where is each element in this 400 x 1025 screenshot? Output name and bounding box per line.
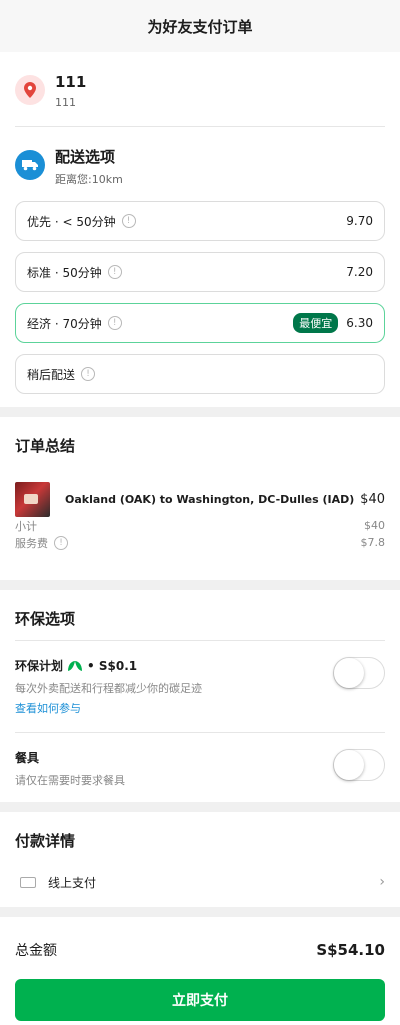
payment-method: 线上支付 — [48, 875, 97, 890]
subtotal-label: 小计 — [15, 519, 37, 533]
eco-plan-desc: 每次外卖配送和行程都减少你的碳足迹 — [15, 682, 202, 695]
delivery-option-later[interactable]: 稍后配送! — [15, 354, 385, 394]
payment-method-row[interactable]: 线上支付 › — [15, 867, 385, 897]
option-label: 稍后配送 — [27, 367, 76, 382]
cheapest-badge: 最便宜 — [293, 313, 339, 333]
leaf-icon — [68, 660, 83, 671]
total-section: 总金额 S$54.10 立即支付 — [0, 917, 400, 1025]
delivery-option-standard[interactable]: 标准 · 50分钟! 7.20 — [15, 252, 385, 292]
info-icon[interactable]: ! — [54, 535, 68, 550]
delivery-section: 111 111 配送选项 距离您:10km 优先 · < 50分钟! 9.70 … — [0, 52, 400, 407]
service-fee-label: 服务费 — [15, 536, 48, 550]
option-label: 优先 · < 50分钟 — [27, 214, 116, 229]
delivery-option-saver[interactable]: 经济 · 70分钟! 最便宜 6.30 — [15, 303, 385, 343]
pay-now-button[interactable]: 立即支付 — [15, 979, 385, 1021]
delivery-options-title: 配送选项 — [55, 148, 116, 166]
cutlery-desc: 请仅在需要时要求餐具 — [15, 774, 125, 787]
chevron-right-icon: › — [379, 874, 385, 890]
checkout-page: 为好友支付订单 111 111 配送选项 距离您:10km 优先 · < 50分… — [0, 0, 400, 1025]
address-name: 111 — [55, 73, 87, 91]
eco-plan-toggle[interactable] — [333, 657, 385, 689]
info-icon[interactable]: ! — [107, 265, 122, 279]
delivery-distance: 距离您:10km — [55, 173, 123, 186]
delivery-header: 配送选项 距离您:10km — [15, 127, 385, 201]
address-detail: 111 — [55, 96, 76, 109]
option-label: 经济 · 70分钟 — [27, 316, 102, 331]
cutlery-toggle[interactable] — [333, 749, 385, 781]
option-price: 6.30 — [346, 316, 373, 330]
info-icon[interactable]: ! — [107, 316, 122, 330]
total-label: 总金额 — [15, 943, 57, 959]
header: 为好友支付订单 — [0, 0, 400, 52]
subtotal-value: $40 — [364, 519, 385, 532]
total-value: S$54.10 — [316, 941, 385, 959]
eco-options-section: 环保选项 环保计划 • S$0.1 每次外卖配送和行程都减少你的碳足迹 查看如何… — [0, 590, 400, 802]
total-row: 总金额 S$54.10 — [15, 917, 385, 975]
payment-section: 付款详情 线上支付 › — [0, 812, 400, 907]
item-thumbnail — [15, 481, 50, 517]
eco-plan-row: 环保计划 • S$0.1 每次外卖配送和行程都减少你的碳足迹 查看如何参与 — [15, 641, 385, 733]
eco-options-title: 环保选项 — [15, 590, 385, 641]
order-summary-section: 订单总结 Oakland (OAK) to Washington, DC-Dul… — [0, 417, 400, 580]
delivery-option-priority[interactable]: 优先 · < 50分钟! 9.70 — [15, 201, 385, 241]
service-fee-row: 服务费 ! $7.8 — [15, 534, 385, 551]
location-pin-icon — [15, 75, 45, 105]
info-icon[interactable]: ! — [121, 214, 136, 228]
page-title: 为好友支付订单 — [147, 17, 253, 36]
eco-plan-link[interactable]: 查看如何参与 — [15, 700, 333, 716]
subtotal-row: 小计 $40 — [15, 517, 385, 534]
eco-plan-price: • S$0.1 — [87, 658, 138, 673]
address-row[interactable]: 111 111 — [15, 52, 385, 127]
item-price: $40 — [360, 491, 385, 507]
item-name: Oakland (OAK) to Washington, DC-Dulles (… — [65, 492, 355, 506]
eco-plan-title: 环保计划 — [15, 659, 64, 673]
option-price: 7.20 — [346, 265, 373, 279]
order-item: Oakland (OAK) to Washington, DC-Dulles (… — [15, 481, 385, 517]
order-summary-title: 订单总结 — [15, 437, 76, 455]
option-price: 9.70 — [346, 214, 373, 228]
service-fee-value: $7.8 — [360, 536, 386, 549]
truck-icon — [15, 150, 45, 180]
option-label: 标准 · 50分钟 — [27, 265, 102, 280]
card-icon — [20, 876, 36, 888]
payment-title: 付款详情 — [15, 832, 76, 850]
info-icon[interactable]: ! — [81, 367, 96, 381]
cutlery-title: 餐具 — [15, 751, 40, 765]
